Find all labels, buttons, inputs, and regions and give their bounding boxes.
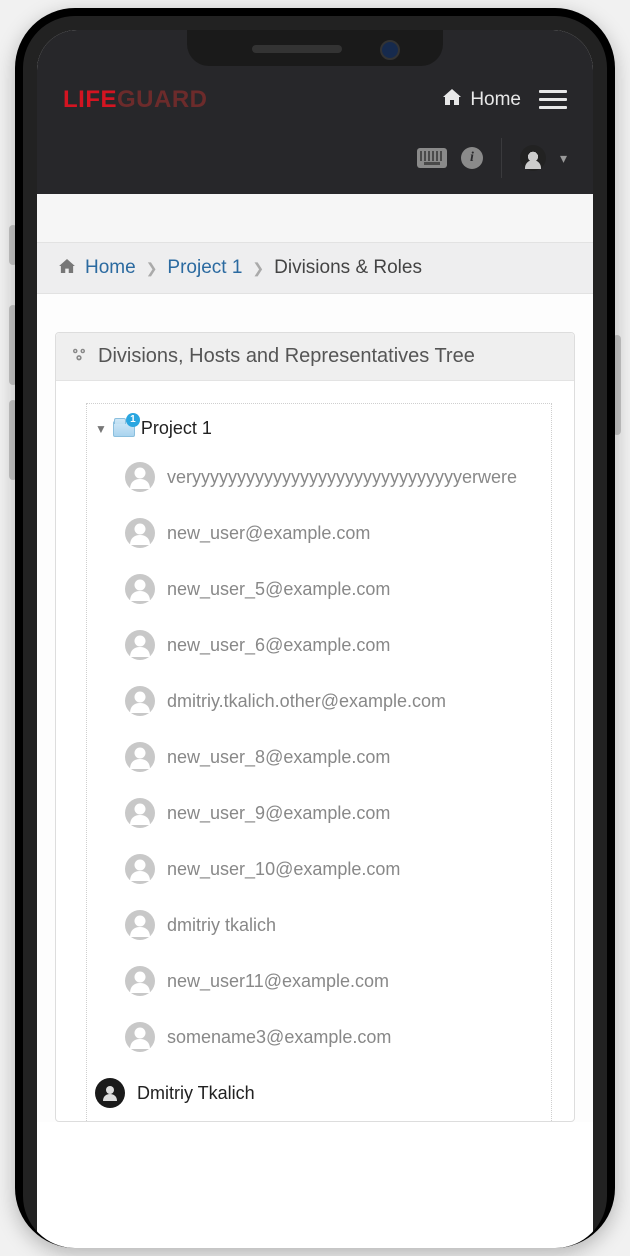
- tree-item[interactable]: dmitriy.tkalich.other@example.com: [125, 673, 543, 729]
- tree-item-label: new_user@example.com: [167, 523, 370, 544]
- breadcrumb-leaf: Divisions & Roles: [274, 257, 422, 279]
- tree-item[interactable]: Dmitriy Tkalich: [95, 1065, 543, 1121]
- folder-badge: 1: [126, 413, 140, 427]
- tree-root[interactable]: ▼ 1 Project 1: [95, 414, 543, 449]
- user-avatar-icon: [125, 574, 155, 604]
- home-icon: [443, 89, 461, 111]
- user-avatar-icon: [125, 462, 155, 492]
- tree-item-label: dmitriy.tkalich.other@example.com: [167, 691, 446, 712]
- tree-item[interactable]: new_user_5@example.com: [125, 561, 543, 617]
- user-avatar-icon: [125, 518, 155, 548]
- tree-item[interactable]: new_user_6@example.com: [125, 617, 543, 673]
- tree-item-label: new_user_9@example.com: [167, 803, 390, 824]
- phone-frame: LIFEGUARD Home: [15, 8, 615, 1248]
- user-avatar-icon: [125, 686, 155, 716]
- breadcrumb-project[interactable]: Project 1: [167, 257, 242, 279]
- gears-icon: [70, 345, 88, 368]
- user-avatar[interactable]: [520, 145, 546, 171]
- chevron-right-icon: ❯: [146, 260, 158, 277]
- tree-item[interactable]: new_user_10@example.com: [125, 841, 543, 897]
- brand-logo[interactable]: LIFEGUARD: [63, 86, 208, 114]
- tree-item[interactable]: somename3@example.com: [125, 1009, 543, 1065]
- sub-header-strip: [37, 194, 593, 242]
- user-avatar-icon: [125, 742, 155, 772]
- tree-item[interactable]: new_user_9@example.com: [125, 785, 543, 841]
- folder-icon: 1: [113, 421, 135, 437]
- nav-home-label: Home: [470, 89, 521, 111]
- user-avatar-icon: [125, 798, 155, 828]
- tree-item-label: new_user_6@example.com: [167, 635, 390, 656]
- user-avatar-icon: [95, 1078, 125, 1108]
- tree-root-label: Project 1: [141, 418, 212, 439]
- tree-item-label: new_user_5@example.com: [167, 579, 390, 600]
- tree-item-label: new_user11@example.com: [167, 971, 389, 992]
- user-avatar-icon: [125, 630, 155, 660]
- menu-button[interactable]: [539, 90, 567, 110]
- brand-part1: LIFE: [63, 86, 117, 113]
- tree-item[interactable]: veryyyyyyyyyyyyyyyyyyyyyyyyyyyyyyerwere: [125, 449, 543, 505]
- user-avatar-icon: [125, 966, 155, 996]
- user-avatar-icon: [125, 854, 155, 884]
- tree-item-label: new_user_10@example.com: [167, 859, 400, 880]
- home-icon: [59, 257, 75, 279]
- tree-panel: Divisions, Hosts and Representatives Tre…: [55, 332, 575, 1122]
- breadcrumb: Home ❯ Project 1 ❯ Divisions & Roles: [37, 242, 593, 294]
- tree-item-label: Dmitriy Tkalich: [137, 1083, 255, 1104]
- tree-item-label: new_user_8@example.com: [167, 747, 390, 768]
- user-avatar-icon: [125, 1022, 155, 1052]
- user-avatar-icon: [125, 910, 155, 940]
- brand-part2: GUARD: [117, 86, 208, 113]
- tree-item-label: somename3@example.com: [167, 1027, 391, 1048]
- chevron-right-icon: ❯: [252, 260, 264, 277]
- tree-item-label: dmitriy tkalich: [167, 915, 276, 936]
- panel-header: Divisions, Hosts and Representatives Tre…: [56, 333, 574, 381]
- tree-item[interactable]: new_user_8@example.com: [125, 729, 543, 785]
- tree-item[interactable]: dmitriy tkalich: [125, 897, 543, 953]
- header-divider: [501, 138, 502, 178]
- panel-title: Divisions, Hosts and Representatives Tre…: [98, 345, 475, 368]
- keyboard-icon[interactable]: [417, 148, 447, 168]
- breadcrumb-home[interactable]: Home: [85, 257, 136, 279]
- chevron-down-icon[interactable]: ▾: [560, 150, 567, 167]
- tree-item[interactable]: new_user@example.com: [125, 505, 543, 561]
- phone-notch: [187, 30, 443, 66]
- nav-home-link[interactable]: Home: [443, 89, 521, 111]
- tree-item-label: veryyyyyyyyyyyyyyyyyyyyyyyyyyyyyyerwere: [167, 467, 517, 488]
- info-icon[interactable]: i: [461, 147, 483, 169]
- caret-down-icon[interactable]: ▼: [95, 422, 107, 436]
- tree-item[interactable]: new_user11@example.com: [125, 953, 543, 1009]
